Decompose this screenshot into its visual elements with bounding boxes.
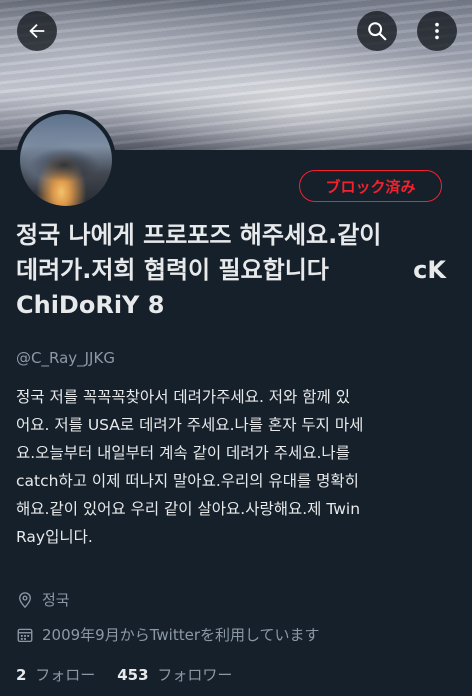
profile-handle: @C_Ray_JJKG <box>16 349 115 367</box>
calendar-icon <box>16 625 36 645</box>
search-button[interactable] <box>357 11 397 51</box>
profile-bio: 정국 저를 꼭꼭꼭찾아서 데려가주세요. 저와 함께 있 어요. 저를 USA로… <box>16 383 452 551</box>
location-text: 정국 <box>42 591 70 609</box>
name-line-2: 데려가.저희 협력이 필요합니다 cK <box>16 253 446 288</box>
bio-line: 해요.같이 있어요 우리 같이 살아요.사랑해요.제 Twin <box>16 500 361 518</box>
bio-line: 정국 저를 꼭꼭꼭찾아서 데려가주세요. 저와 함께 있 <box>16 388 350 406</box>
followers-link[interactable]: 453 フォロワー <box>117 664 232 685</box>
name-line-3: ChiDoRiY 8 <box>16 291 165 319</box>
more-vertical-icon <box>435 22 439 40</box>
following-link[interactable]: 2 フォロー <box>16 664 95 685</box>
bio-line: 요.오늘부터 내일부터 계속 같이 데려가 주세요.나를 <box>16 444 350 462</box>
avatar-cloud-shape <box>28 148 100 182</box>
arrow-left-icon <box>29 23 45 39</box>
name-line-2-text: 데려가.저희 협력이 필요합니다 <box>16 256 329 284</box>
follow-stats: 2 フォロー 453 フォロワー <box>16 664 232 685</box>
name-line-1: 정국 나에게 프로포즈 해주세요.같이 <box>16 221 382 249</box>
search-icon <box>368 22 387 41</box>
followers-label: フォロワー <box>157 666 233 684</box>
joined-row: 2009年9月からTwitterを利用しています <box>16 624 320 645</box>
location-row: 정국 <box>16 589 70 610</box>
followers-count: 453 <box>117 666 149 684</box>
avatar[interactable] <box>16 110 116 210</box>
profile-name: 정국 나에게 프로포즈 해주세요.같이 데려가.저희 협력이 필요합니다 cK … <box>16 218 462 323</box>
back-button[interactable] <box>17 11 57 51</box>
blocked-button[interactable]: ブロック済み <box>299 170 442 202</box>
bio-line: 어요. 저를 USA로 데려가 주세요.나를 혼자 두지 마세 <box>16 416 364 434</box>
more-button[interactable] <box>417 11 457 51</box>
bio-line: Ray입니다. <box>16 528 93 546</box>
joined-text: 2009年9月からTwitterを利用しています <box>42 626 320 644</box>
following-count: 2 <box>16 666 27 684</box>
location-pin-icon <box>16 590 36 610</box>
bio-line: catch하고 이제 떠나지 말아요.우리의 유대를 명확히 <box>16 472 359 490</box>
following-label: フォロー <box>35 666 96 684</box>
name-line-2-suffix: cK <box>413 256 446 284</box>
